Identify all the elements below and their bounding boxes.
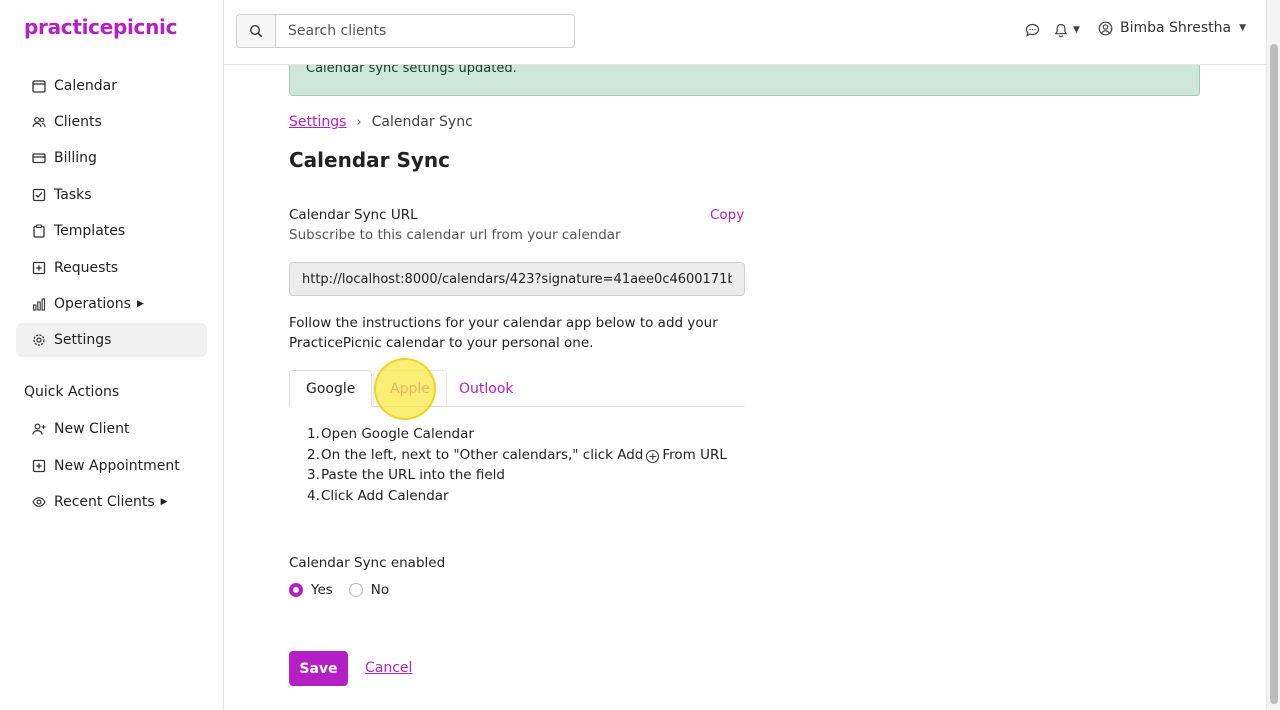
list-item: 4.Click Add Calendar (307, 487, 449, 504)
sidebar-item-label: Templates (54, 223, 126, 239)
list-item: 1.Open Google Calendar (307, 426, 474, 442)
sidebar-item-label: Tasks (54, 187, 92, 203)
sidebar-item-label: Requests (54, 260, 119, 276)
chevron-right-icon: › (356, 114, 362, 130)
calendar-icon (32, 79, 46, 93)
sync-enabled-radio-group: Yes No (289, 582, 405, 598)
breadcrumb-settings-link[interactable]: Settings (289, 114, 346, 130)
sync-enabled-yes[interactable]: Yes (289, 582, 333, 598)
radio-yes[interactable] (289, 583, 303, 597)
user-menu[interactable]: Bimba Shrestha ▼ (1098, 20, 1246, 36)
clipboard-icon (32, 224, 46, 238)
copy-url-button[interactable]: Copy (710, 207, 744, 223)
sidebar-item-label: New Client (54, 421, 130, 437)
scrollbar[interactable] (1266, 0, 1280, 710)
page-title: Calendar Sync (289, 148, 451, 172)
quick-action-recent-clients[interactable]: Recent Clients ▶ (16, 485, 207, 519)
tab-apple[interactable]: Apple (373, 370, 447, 407)
sidebar-item-label: Operations (54, 296, 131, 312)
list-item: 2.On the left, next to "Other calendars,… (307, 446, 727, 463)
eye-icon (32, 495, 46, 509)
sync-enabled-no[interactable]: No (348, 582, 389, 598)
caret-down-icon: ▼ (1239, 23, 1247, 33)
quick-action-new-client[interactable]: New Client (16, 412, 207, 446)
credit-card-icon (32, 151, 46, 165)
sync-url-help: Subscribe to this calendar url from your… (289, 227, 621, 243)
search-bar (236, 14, 575, 48)
plus-square-icon (32, 261, 46, 275)
cancel-link[interactable]: Cancel (365, 660, 412, 676)
breadcrumb: Settings › Calendar Sync (289, 114, 473, 130)
sidebar: practicepicnic Calendar Clients Billing … (0, 0, 224, 710)
sidebar-item-clients[interactable]: Clients (16, 105, 207, 139)
plus-square-icon (32, 459, 46, 473)
scrollbar-thumb[interactable] (1270, 44, 1278, 704)
sync-url-label: Calendar Sync URL (289, 207, 418, 223)
checkbox-icon (32, 188, 46, 202)
sidebar-item-operations[interactable]: Operations ▶ (16, 287, 207, 321)
gear-icon (32, 333, 46, 347)
tab-google[interactable]: Google (289, 370, 373, 407)
sidebar-item-label: Recent Clients (54, 494, 155, 510)
app-logo[interactable]: practicepicnic (24, 15, 177, 39)
top-header: ▼ Bimba Shrestha ▼ (224, 0, 1266, 65)
sidebar-item-requests[interactable]: Requests (16, 251, 207, 285)
notifications-dropdown[interactable]: ▼ (1054, 22, 1084, 38)
user-name: Bimba Shrestha (1120, 20, 1232, 36)
caret-right-icon: ▶ (136, 299, 144, 309)
caret-down-icon: ▼ (1073, 25, 1080, 35)
quick-action-new-appointment[interactable]: New Appointment (16, 449, 207, 483)
bell-icon (1054, 23, 1068, 37)
sidebar-item-calendar[interactable]: Calendar (16, 69, 207, 103)
user-circle-icon (1098, 21, 1113, 35)
sidebar-item-label: Clients (54, 114, 102, 130)
save-button[interactable]: Save (289, 651, 348, 686)
list-item: 3.Paste the URL into the field (307, 467, 505, 483)
plus-circle-icon: + (646, 449, 660, 463)
sidebar-item-settings[interactable]: Settings (16, 323, 207, 357)
sidebar-item-templates[interactable]: Templates (16, 214, 207, 248)
bar-chart-icon (32, 297, 46, 311)
google-steps-list: 1.Open Google Calendar 2.On the left, ne… (307, 424, 727, 506)
instructions-text: Follow the instructions for your calenda… (289, 315, 718, 351)
calendar-app-tabs: Google Apple Outlook (289, 370, 745, 407)
search-icon (249, 24, 263, 38)
quick-actions-heading: Quick Actions (24, 384, 120, 400)
sidebar-item-label: Billing (54, 150, 97, 166)
sidebar-item-label: Calendar (54, 78, 117, 94)
sidebar-item-label: Settings (54, 332, 112, 348)
sidebar-item-billing[interactable]: Billing (16, 141, 207, 175)
breadcrumb-current: Calendar Sync (371, 114, 473, 130)
caret-right-icon: ▶ (160, 497, 168, 507)
sync-enabled-label: Calendar Sync enabled (289, 555, 446, 571)
user-plus-icon (32, 422, 46, 436)
radio-no[interactable] (348, 583, 363, 597)
search-button[interactable] (237, 15, 276, 47)
users-icon (32, 115, 46, 129)
tab-outlook[interactable]: Outlook (443, 370, 530, 407)
sidebar-item-label: New Appointment (54, 458, 180, 474)
search-input[interactable] (276, 15, 574, 47)
sync-url-field[interactable] (289, 262, 745, 296)
chat-icon[interactable] (1024, 22, 1040, 38)
sidebar-item-tasks[interactable]: Tasks (16, 178, 207, 212)
